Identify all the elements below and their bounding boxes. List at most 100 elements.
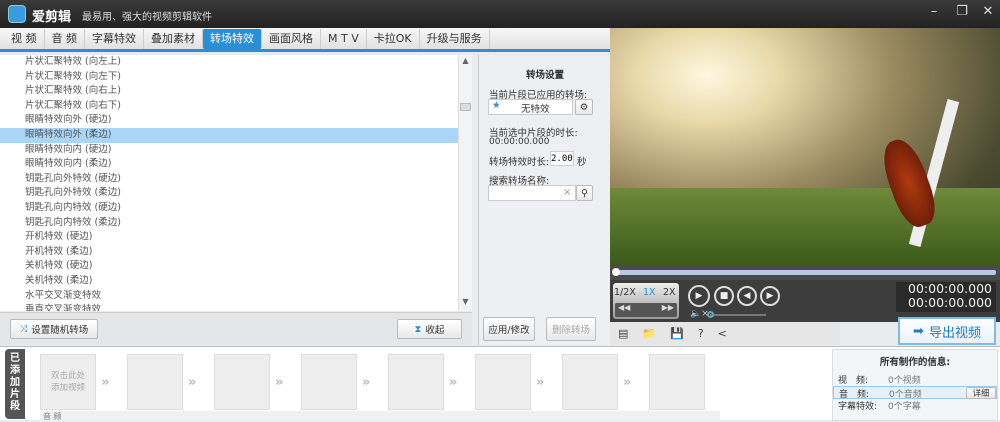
apply-button[interactable]: 应用/修改 [483, 317, 535, 341]
tab-8[interactable]: 升级与服务 [420, 28, 490, 49]
tab-3[interactable]: 叠加素材 [144, 28, 203, 49]
seek-area [610, 265, 1000, 280]
tab-2[interactable]: 字幕特效 [85, 28, 144, 49]
arrow-icon: » [449, 375, 458, 390]
current-time: 00:00:00.000 [908, 281, 992, 296]
fast-forward-icon[interactable]: ▶▶ [662, 303, 674, 317]
mute-icon[interactable]: 🔈× [690, 309, 709, 319]
transition-item[interactable]: 眼睛特效向外 (硬边) [0, 113, 472, 128]
tab-0[interactable]: 视 频 [4, 28, 45, 49]
save-icon[interactable]: 💾 [670, 327, 684, 340]
app-name: 爱剪辑 [32, 10, 72, 25]
project-info-panel: 所有制作的信息: 视 频: 0个视频音 频: 0个音频 详细 字幕特效: 0个字幕 [832, 349, 998, 421]
rewind-icon[interactable]: ◀◀ [618, 303, 630, 317]
detail-button[interactable]: 详细 [966, 387, 996, 399]
speed-half[interactable]: 1/2X [614, 287, 636, 298]
clip-slot[interactable] [301, 354, 357, 410]
transition-item[interactable]: 水平交叉渐变特效 [0, 289, 472, 304]
scroll-thumb[interactable] [460, 103, 471, 111]
transition-item[interactable]: 片状汇聚特效 (向右上) [0, 84, 472, 99]
clear-icon[interactable]: × [563, 187, 571, 198]
tab-4[interactable]: 转场特效 [203, 28, 262, 49]
tab-5[interactable]: 画面风格 [262, 28, 321, 49]
clip-slot[interactable] [388, 354, 444, 410]
transition-item[interactable]: 开机特效 (硬边) [0, 230, 472, 245]
add-video-hint: 双击此处添加视频 [50, 371, 85, 393]
transition-item[interactable]: 关机特效 (硬边) [0, 259, 472, 274]
search-icon: ⚲ [581, 187, 588, 199]
transition-item[interactable]: 片状汇聚特效 (向左下) [0, 70, 472, 85]
transition-item[interactable]: 片状汇聚特效 (向右下) [0, 99, 472, 114]
arrow-icon: » [362, 375, 371, 390]
clip-slot[interactable] [475, 354, 531, 410]
clip-slot[interactable] [649, 354, 705, 410]
transition-item[interactable]: 钥匙孔向外特效 (柔边) [0, 186, 472, 201]
arrow-icon: » [623, 375, 632, 390]
help-icon[interactable]: ? [698, 327, 704, 340]
list-scrollbar[interactable]: ▲ ▼ [458, 55, 472, 311]
arrow-icon: » [275, 375, 284, 390]
transition-item[interactable]: 开机特效 (柔边) [0, 245, 472, 260]
scroll-down-icon[interactable]: ▼ [459, 297, 472, 309]
minimize-icon[interactable]: – [924, 4, 944, 22]
shuffle-icon: ⤨ [19, 323, 28, 335]
app-logo-icon [8, 5, 26, 23]
speed-2x[interactable]: 2X [663, 287, 676, 298]
info-value: 0个字幕 [888, 402, 921, 412]
play-button[interactable]: ▶ [688, 285, 710, 307]
app-slogan: 最易用、强大的视频剪辑软件 [82, 12, 212, 23]
prev-frame-button[interactable]: ◀ [737, 286, 757, 306]
time-display: 00:00:00.000 00:00:00.000 [896, 282, 996, 312]
clip-slot[interactable] [214, 354, 270, 410]
total-time: 00:00:00.000 [908, 295, 992, 310]
speed-1x[interactable]: 1X [643, 287, 656, 298]
transition-item[interactable]: 眼睛特效向内 (硬边) [0, 143, 472, 158]
export-label: 导出视频 [928, 325, 981, 341]
info-title: 所有制作的信息: [879, 357, 951, 368]
transition-item[interactable]: 眼睛特效向外 (柔边) [0, 127, 472, 143]
transition-item[interactable]: 关机特效 (柔边) [0, 274, 472, 289]
info-value: 0个音频 [889, 390, 922, 400]
new-project-icon[interactable]: ▤ [618, 327, 628, 340]
random-transition-button[interactable]: ⤨ 设置随机转场 [10, 319, 98, 339]
volume-handle[interactable] [707, 311, 714, 318]
search-button[interactable]: ⚲ [576, 185, 593, 201]
clip-slot[interactable] [127, 354, 183, 410]
close-icon[interactable]: ✕ [978, 4, 998, 22]
open-folder-icon[interactable]: 📁 [642, 327, 656, 340]
scroll-up-icon[interactable]: ▲ [459, 56, 472, 68]
added-clips-tab[interactable]: 已添加片段 [5, 349, 25, 419]
transition-item[interactable]: 钥匙孔向内特效 (柔边) [0, 216, 472, 231]
tab-1[interactable]: 音 频 [45, 28, 85, 49]
next-frame-button[interactable]: ▶ [760, 286, 780, 306]
share-icon[interactable]: < [718, 327, 727, 340]
duration-value: 00:00:00.000 [489, 137, 550, 147]
collapse-button[interactable]: ⧗ 收起 [397, 319, 462, 339]
volume-slider[interactable] [707, 311, 766, 318]
title-bar: 爱剪辑 最易用、强大的视频剪辑软件 – ❐ ✕ [0, 0, 1000, 28]
seek-handle[interactable] [612, 268, 620, 276]
transition-list: 片状汇聚特效 (向左上) 片状汇聚特效 (向左下) 片状汇聚特效 (向右上) 片状汇聚… [0, 55, 472, 311]
jog-wheel[interactable]: ◀◀ ▶▶ [615, 303, 677, 317]
delete-transition-button[interactable]: 删除转场 [546, 317, 596, 341]
list-footer: ⤨ 设置随机转场 ⧗ 收起 [0, 312, 472, 345]
tab-7[interactable]: 卡拉OK [367, 28, 420, 49]
restore-icon[interactable]: ❐ [952, 4, 972, 22]
player-controls: 1/2X 1X 2X ◀◀ ▶▶ ▶ ■ ◀ ▶ 🔈× 00:00:00.000 0… [610, 280, 1000, 322]
stop-button[interactable]: ■ [714, 286, 734, 306]
speed-selector[interactable]: 1/2X 1X 2X ◀◀ ▶▶ [613, 283, 679, 319]
transition-item[interactable]: 眼睛特效向内 (柔边) [0, 157, 472, 172]
video-preview [610, 28, 1000, 265]
clip-slot[interactable] [562, 354, 618, 410]
effect-length-input[interactable] [550, 151, 574, 166]
seconds-unit: 秒 [577, 157, 587, 168]
transition-item[interactable]: 垂直交叉渐变特效 [0, 303, 472, 311]
seek-bar[interactable] [612, 268, 996, 276]
clip-slot[interactable]: 双击此处添加视频 [40, 354, 96, 410]
transition-item[interactable]: 片状汇聚特效 (向左上) [0, 55, 472, 70]
export-video-button[interactable]: ➡ 导出视频 [898, 317, 996, 345]
tab-6[interactable]: M T V [321, 28, 367, 49]
transition-item[interactable]: 钥匙孔向内特效 (硬边) [0, 201, 472, 216]
transition-item[interactable]: 钥匙孔向外特效 (硬边) [0, 172, 472, 187]
film-reel-button[interactable]: ⚙ [575, 99, 593, 115]
